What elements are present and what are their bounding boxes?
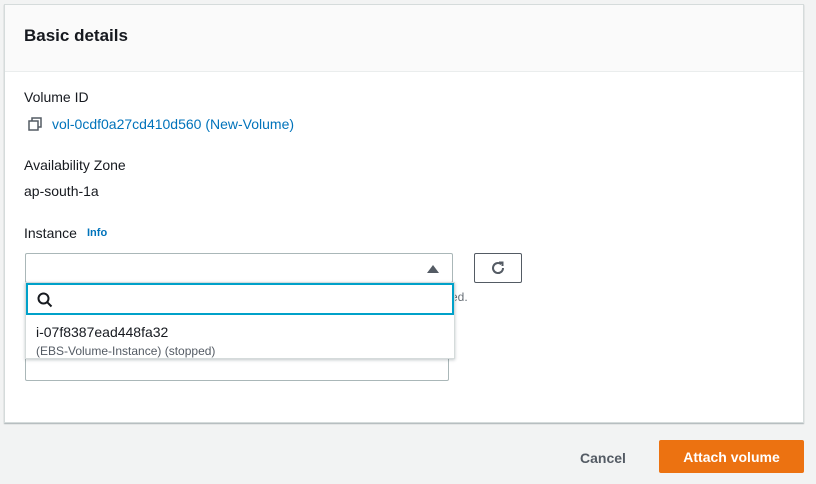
panel-header: Basic details — [5, 5, 803, 72]
instance-select[interactable] — [25, 253, 453, 283]
caret-up-icon — [427, 265, 439, 273]
volume-id-link[interactable]: vol-0cdf0a27cd410d560 (New-Volume) — [52, 116, 294, 132]
basic-details-panel: Basic details Volume ID vol-0cdf0a27cd41… — [4, 4, 804, 423]
instance-option[interactable]: i-07f8387ead448fa32 (EBS-Volume-Instance… — [26, 315, 454, 359]
availability-zone-value: ap-south-1a — [24, 183, 99, 199]
attach-volume-button[interactable]: Attach volume — [659, 440, 804, 473]
instance-filter-box — [26, 283, 454, 315]
refresh-button[interactable] — [474, 253, 522, 283]
instance-option-id: i-07f8387ead448fa32 — [36, 324, 169, 340]
refresh-icon — [492, 261, 505, 274]
instance-label: Instance — [24, 225, 77, 241]
volume-id-label: Volume ID — [24, 89, 89, 105]
copy-icon[interactable] — [28, 117, 42, 131]
cancel-button[interactable]: Cancel — [580, 450, 626, 466]
instance-filter-input[interactable] — [60, 289, 444, 311]
instance-option-description: (EBS-Volume-Instance) (stopped) — [36, 344, 216, 358]
search-icon — [37, 292, 53, 308]
instance-dropdown: i-07f8387ead448fa32 (EBS-Volume-Instance… — [25, 282, 455, 359]
panel-title: Basic details — [24, 26, 128, 45]
instance-info-link[interactable]: Info — [87, 227, 107, 239]
availability-zone-label: Availability Zone — [24, 157, 126, 173]
